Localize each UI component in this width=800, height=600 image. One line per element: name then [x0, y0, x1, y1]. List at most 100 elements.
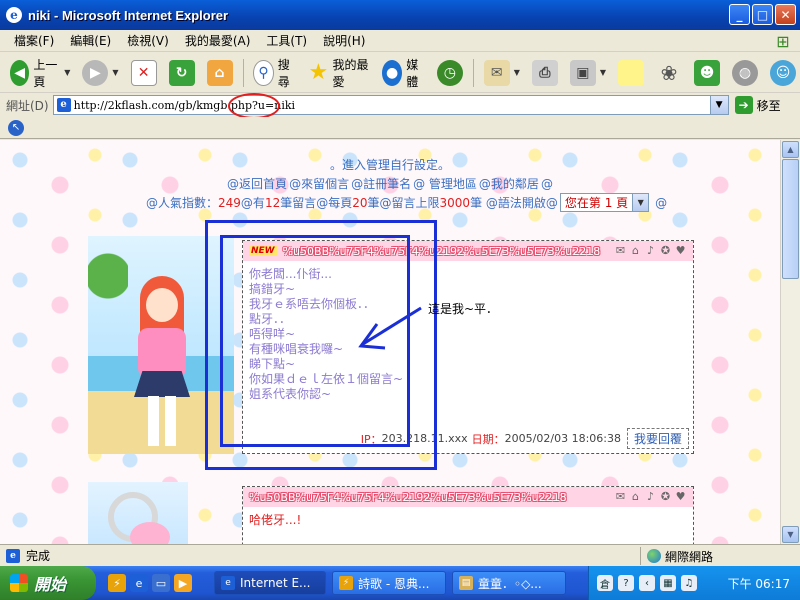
security-zone: 網際網路 [640, 547, 713, 565]
star-icon[interactable]: ✪ [659, 490, 672, 503]
nav-admin-link[interactable]: @ 管理地區 [412, 177, 478, 191]
star-icon: ★ [308, 60, 329, 85]
quick-launch: ⚡ e ▭ ▶ [108, 574, 192, 592]
messenger-icon: ☻ [694, 59, 720, 86]
menu-file[interactable]: 檔案(F) [6, 32, 62, 49]
scroll-down-icon[interactable]: ▼ [782, 526, 799, 543]
email-icon[interactable]: ✉ [614, 490, 627, 503]
avatar-image [88, 482, 188, 544]
quicklaunch-ie-icon[interactable]: e [130, 574, 148, 592]
taskbar: 開始 ⚡ e ▭ ▶ e Internet E... ⚡ 詩歌 - 恩典... … [0, 566, 800, 600]
go-arrow-icon: ➔ [734, 96, 753, 114]
page-select[interactable]: 您在第 1 頁 ▼ [559, 193, 650, 212]
system-tray: 倉 ? ‹ ▦ ♫ 下午 06:17 [588, 566, 800, 600]
stop-button[interactable]: ✕ [127, 56, 161, 90]
quicklaunch-app-icon[interactable]: ⚡ [108, 574, 126, 592]
home-icon: ⌂ [206, 59, 233, 86]
homepage-icon[interactable]: ⌂ [629, 244, 642, 257]
back-dropdown-icon[interactable]: ▼ [64, 68, 70, 77]
address-dropdown-icon[interactable]: ▼ [709, 96, 728, 114]
music-icon[interactable]: ♪ [644, 244, 657, 257]
page-icon: e [56, 98, 71, 112]
annotation-blue-line [434, 330, 437, 470]
maximize-button[interactable]: □ [752, 4, 773, 25]
back-button[interactable]: ◀ 上一頁 ▼ [6, 56, 74, 90]
star-icon[interactable]: ✪ [659, 244, 672, 257]
edit-icon: ▣ [569, 59, 596, 86]
ie-icon: e [6, 7, 22, 23]
home-button[interactable]: ⌂ [203, 56, 237, 90]
email-icon[interactable]: ✉ [614, 244, 627, 257]
contacts-button[interactable]: ☺ [766, 56, 800, 90]
zone-label: 網際網路 [665, 549, 714, 564]
web-content: 。進入管理自行設定。 @返回首頁 @來留個言 @註冊筆名 @ 管理地區 @我的鄰居 @ @… [0, 140, 780, 544]
address-input[interactable]: e http://2kflash.com/gb/kmgb.php?u=niki … [52, 95, 729, 115]
nav-post-link[interactable]: @來留個言 [288, 177, 350, 191]
discuss-button[interactable]: ◍ [728, 56, 762, 90]
clock: 下午 06:17 [727, 576, 790, 591]
stats-text: 筆@留言上限 [367, 196, 440, 210]
stats-suffix: @ [655, 195, 668, 210]
tray-help-icon[interactable]: ? [618, 575, 634, 591]
discuss-icon: ◍ [732, 59, 758, 86]
menu-tools[interactable]: 工具(T) [258, 32, 315, 49]
refresh-button[interactable]: ↻ [165, 56, 199, 90]
search-button[interactable]: ⚲ 搜尋 [249, 56, 300, 90]
scroll-up-icon[interactable]: ▲ [782, 141, 799, 158]
page-done-icon: e [6, 548, 20, 563]
history-button[interactable]: ◷ [433, 56, 467, 90]
task-poem[interactable]: ⚡ 詩歌 - 恩典... [332, 571, 446, 595]
popularity-count: 249 [218, 195, 241, 210]
link-bar: ↖ [0, 117, 800, 139]
admin-link[interactable]: 。進入管理自行設定。 [0, 156, 780, 173]
scroll-thumb[interactable] [782, 159, 799, 279]
go-button[interactable]: ➔ 移至 [734, 96, 781, 114]
ie-icon: e [221, 576, 235, 590]
nav-neighbors-link[interactable]: @我的鄰居 [478, 177, 540, 191]
mail-dropdown-icon[interactable]: ▼ [514, 68, 520, 77]
note-button[interactable] [614, 56, 648, 90]
close-button[interactable]: ✕ [775, 4, 796, 25]
forward-button[interactable]: ▶ ▼ [78, 56, 122, 90]
flower-button[interactable]: ❀ [652, 56, 686, 90]
task-internet-explorer[interactable]: e Internet E... [214, 571, 326, 595]
tray-ime-icon[interactable]: 倉 [597, 575, 613, 591]
favorites-button[interactable]: ★ 我的最愛 [304, 56, 374, 90]
heart-icon[interactable]: ♥ [674, 244, 687, 257]
globe-icon [647, 549, 661, 563]
quicklaunch-desktop-icon[interactable]: ▭ [152, 574, 170, 592]
avatar-tree [88, 236, 128, 326]
nav-register-link[interactable]: @註冊筆名 [350, 177, 412, 191]
vertical-scrollbar[interactable]: ▲ ▼ [780, 140, 800, 544]
print-button[interactable]: ⎙ [528, 56, 562, 90]
up-arrow-icon[interactable]: ↖ [8, 119, 24, 136]
minimize-button[interactable]: _ [729, 4, 750, 25]
media-button[interactable]: ● 媒體 [378, 56, 429, 90]
tray-volume-icon[interactable]: ♫ [681, 575, 697, 591]
mail-button[interactable]: ✉ ▼ [480, 56, 524, 90]
menu-help[interactable]: 說明(H) [315, 32, 373, 49]
avatar-pink [130, 522, 170, 544]
stop-icon: ✕ [130, 59, 157, 86]
menu-view[interactable]: 檢視(V) [119, 32, 177, 49]
reply-button[interactable]: 我要回覆 [626, 428, 689, 449]
homepage-icon[interactable]: ⌂ [629, 490, 642, 503]
menu-edit[interactable]: 編輯(E) [62, 32, 119, 49]
start-button[interactable]: 開始 [0, 566, 96, 600]
app-icon: ⚡ [339, 576, 353, 590]
nav-home-link[interactable]: @返回首頁 [226, 177, 288, 191]
messenger-button[interactable]: ☻ [690, 56, 724, 90]
task-tongtong[interactable]: ▤ 童童．◦◇... [452, 571, 566, 595]
menu-favorites[interactable]: 我的最愛(A) [177, 32, 259, 49]
music-icon[interactable]: ♪ [644, 490, 657, 503]
history-icon: ◷ [436, 59, 463, 86]
quicklaunch-media-icon[interactable]: ▶ [174, 574, 192, 592]
heart-icon[interactable]: ♥ [674, 490, 687, 503]
forward-dropdown-icon[interactable]: ▼ [112, 68, 118, 77]
title-bar[interactable]: e niki - Microsoft Internet Explorer _ □… [0, 0, 800, 30]
edit-dropdown-icon[interactable]: ▼ [600, 68, 606, 77]
tray-chevron-icon[interactable]: ‹ [639, 575, 655, 591]
tray-network-icon[interactable]: ▦ [660, 575, 676, 591]
stats-text: 筆留言@每頁 [280, 196, 353, 210]
edit-button[interactable]: ▣ ▼ [566, 56, 610, 90]
